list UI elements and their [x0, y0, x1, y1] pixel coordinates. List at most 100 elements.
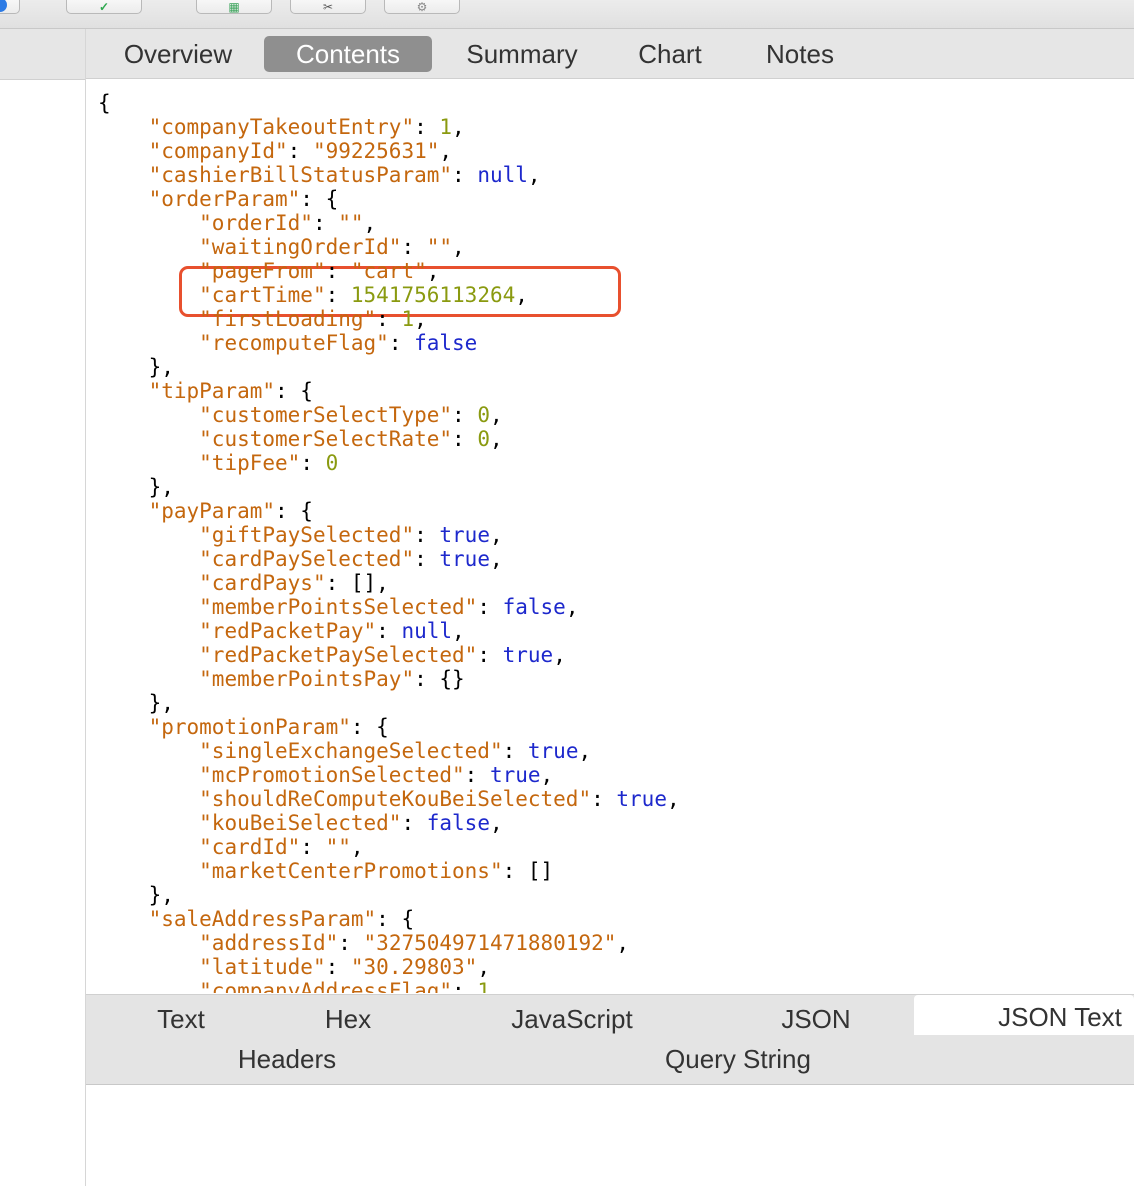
json-token: "tipFee"	[199, 451, 301, 475]
json-line: "kouBeiSelected": false,	[98, 811, 502, 835]
json-token: 0	[477, 427, 490, 451]
json-token: {	[98, 91, 111, 115]
json-token: false	[502, 595, 566, 619]
toolbar: ✓ ▦ ✂ ⚙	[0, 0, 1134, 29]
json-line: },	[98, 355, 174, 379]
json-token: "shouldReComputeKouBeiSelected"	[199, 787, 592, 811]
json-token: :	[414, 115, 440, 139]
json-token: "giftPaySelected"	[199, 523, 415, 547]
json-token: "30.29803"	[350, 955, 478, 979]
gear-icon[interactable]: ⚙	[384, 0, 460, 14]
json-token: :	[388, 331, 415, 355]
json-token: "memberPointsSelected"	[199, 595, 478, 619]
json-token: ,	[489, 523, 503, 547]
json-token: "orderParam"	[148, 187, 301, 211]
json-token: :	[325, 955, 351, 979]
content-pane	[86, 1085, 1134, 1186]
json-token: : []	[502, 859, 554, 883]
json-token: "mcPromotionSelected"	[199, 763, 465, 787]
json-text-view[interactable]: { "companyTakeoutEntry": 1, "companyId":…	[86, 80, 1134, 993]
json-line: "cartTime": 1541756113264,	[98, 283, 528, 307]
tab-summary[interactable]: Summary	[452, 36, 592, 72]
json-token: false	[426, 811, 490, 835]
json-line: },	[98, 883, 174, 907]
json-token: :	[452, 979, 478, 993]
json-token: :	[502, 739, 528, 763]
json-token: "orderId"	[199, 211, 313, 235]
json-token: :	[477, 643, 503, 667]
json-line: "companyTakeoutEntry": 1,	[98, 115, 465, 139]
left-sidebar	[0, 29, 86, 1186]
json-token: "promotionParam"	[148, 715, 351, 739]
json-token: "addressId"	[199, 931, 339, 955]
tab-query-string[interactable]: Query String	[648, 1037, 828, 1077]
json-token: ,	[515, 283, 528, 307]
json-token: "cartTime"	[199, 283, 326, 307]
circle-icon[interactable]	[0, 0, 20, 14]
json-token: "latitude"	[199, 955, 326, 979]
json-line: "customerSelectType": 0,	[98, 403, 502, 427]
json-token: false	[414, 331, 478, 355]
tab-headers[interactable]: Headers	[206, 1037, 368, 1077]
json-token: :	[452, 427, 478, 451]
json-token: 1541756113264	[350, 283, 516, 307]
bottom-tab-bar: Text Hex JavaScript JSON JSON Text Heade…	[86, 994, 1134, 1085]
json-token: : {}	[414, 667, 465, 691]
json-token: ,	[363, 211, 377, 235]
tab-json[interactable]: JSON	[756, 997, 876, 1037]
json-token: "cardPays"	[199, 571, 326, 595]
tab-text[interactable]: Text	[126, 997, 236, 1037]
tab-hex[interactable]: Hex	[304, 997, 392, 1037]
json-token: true	[616, 787, 667, 811]
json-token: :	[325, 259, 351, 283]
tab-notes[interactable]: Notes	[752, 36, 848, 72]
json-token: ,	[540, 763, 554, 787]
json-token: : [],	[325, 571, 389, 595]
json-token: ,	[439, 139, 453, 163]
json-token: },	[98, 883, 174, 907]
tab-overview[interactable]: Overview	[110, 36, 246, 72]
json-line: "cardPaySelected": true,	[98, 547, 502, 571]
json-token: : {	[350, 715, 389, 739]
table-icon[interactable]: ▦	[196, 0, 272, 14]
json-token: :	[287, 139, 313, 163]
json-line: "payParam": {	[98, 499, 313, 523]
json-line: "cardId": "",	[98, 835, 363, 859]
json-line: },	[98, 691, 174, 715]
json-token: "customerSelectType"	[199, 403, 453, 427]
json-line: "cardPays": [],	[98, 571, 389, 595]
json-token: "tipParam"	[148, 379, 276, 403]
tab-javascript[interactable]: JavaScript	[496, 997, 648, 1037]
json-token: :	[401, 235, 427, 259]
json-token: true	[489, 763, 541, 787]
json-token: ,	[426, 259, 440, 283]
json-token: ,	[565, 595, 579, 619]
tab-chart[interactable]: Chart	[622, 36, 718, 72]
json-token: :	[300, 451, 326, 475]
json-token: "cardId"	[199, 835, 301, 859]
check-icon[interactable]: ✓	[66, 0, 142, 14]
json-token: :	[452, 163, 478, 187]
tab-contents[interactable]: Contents	[264, 36, 432, 72]
json-token: :	[312, 211, 339, 235]
json-token: "327504971471880192"	[363, 931, 617, 955]
tools-icon[interactable]: ✂	[290, 0, 366, 14]
tab-json-text[interactable]: JSON Text	[914, 995, 1134, 1035]
